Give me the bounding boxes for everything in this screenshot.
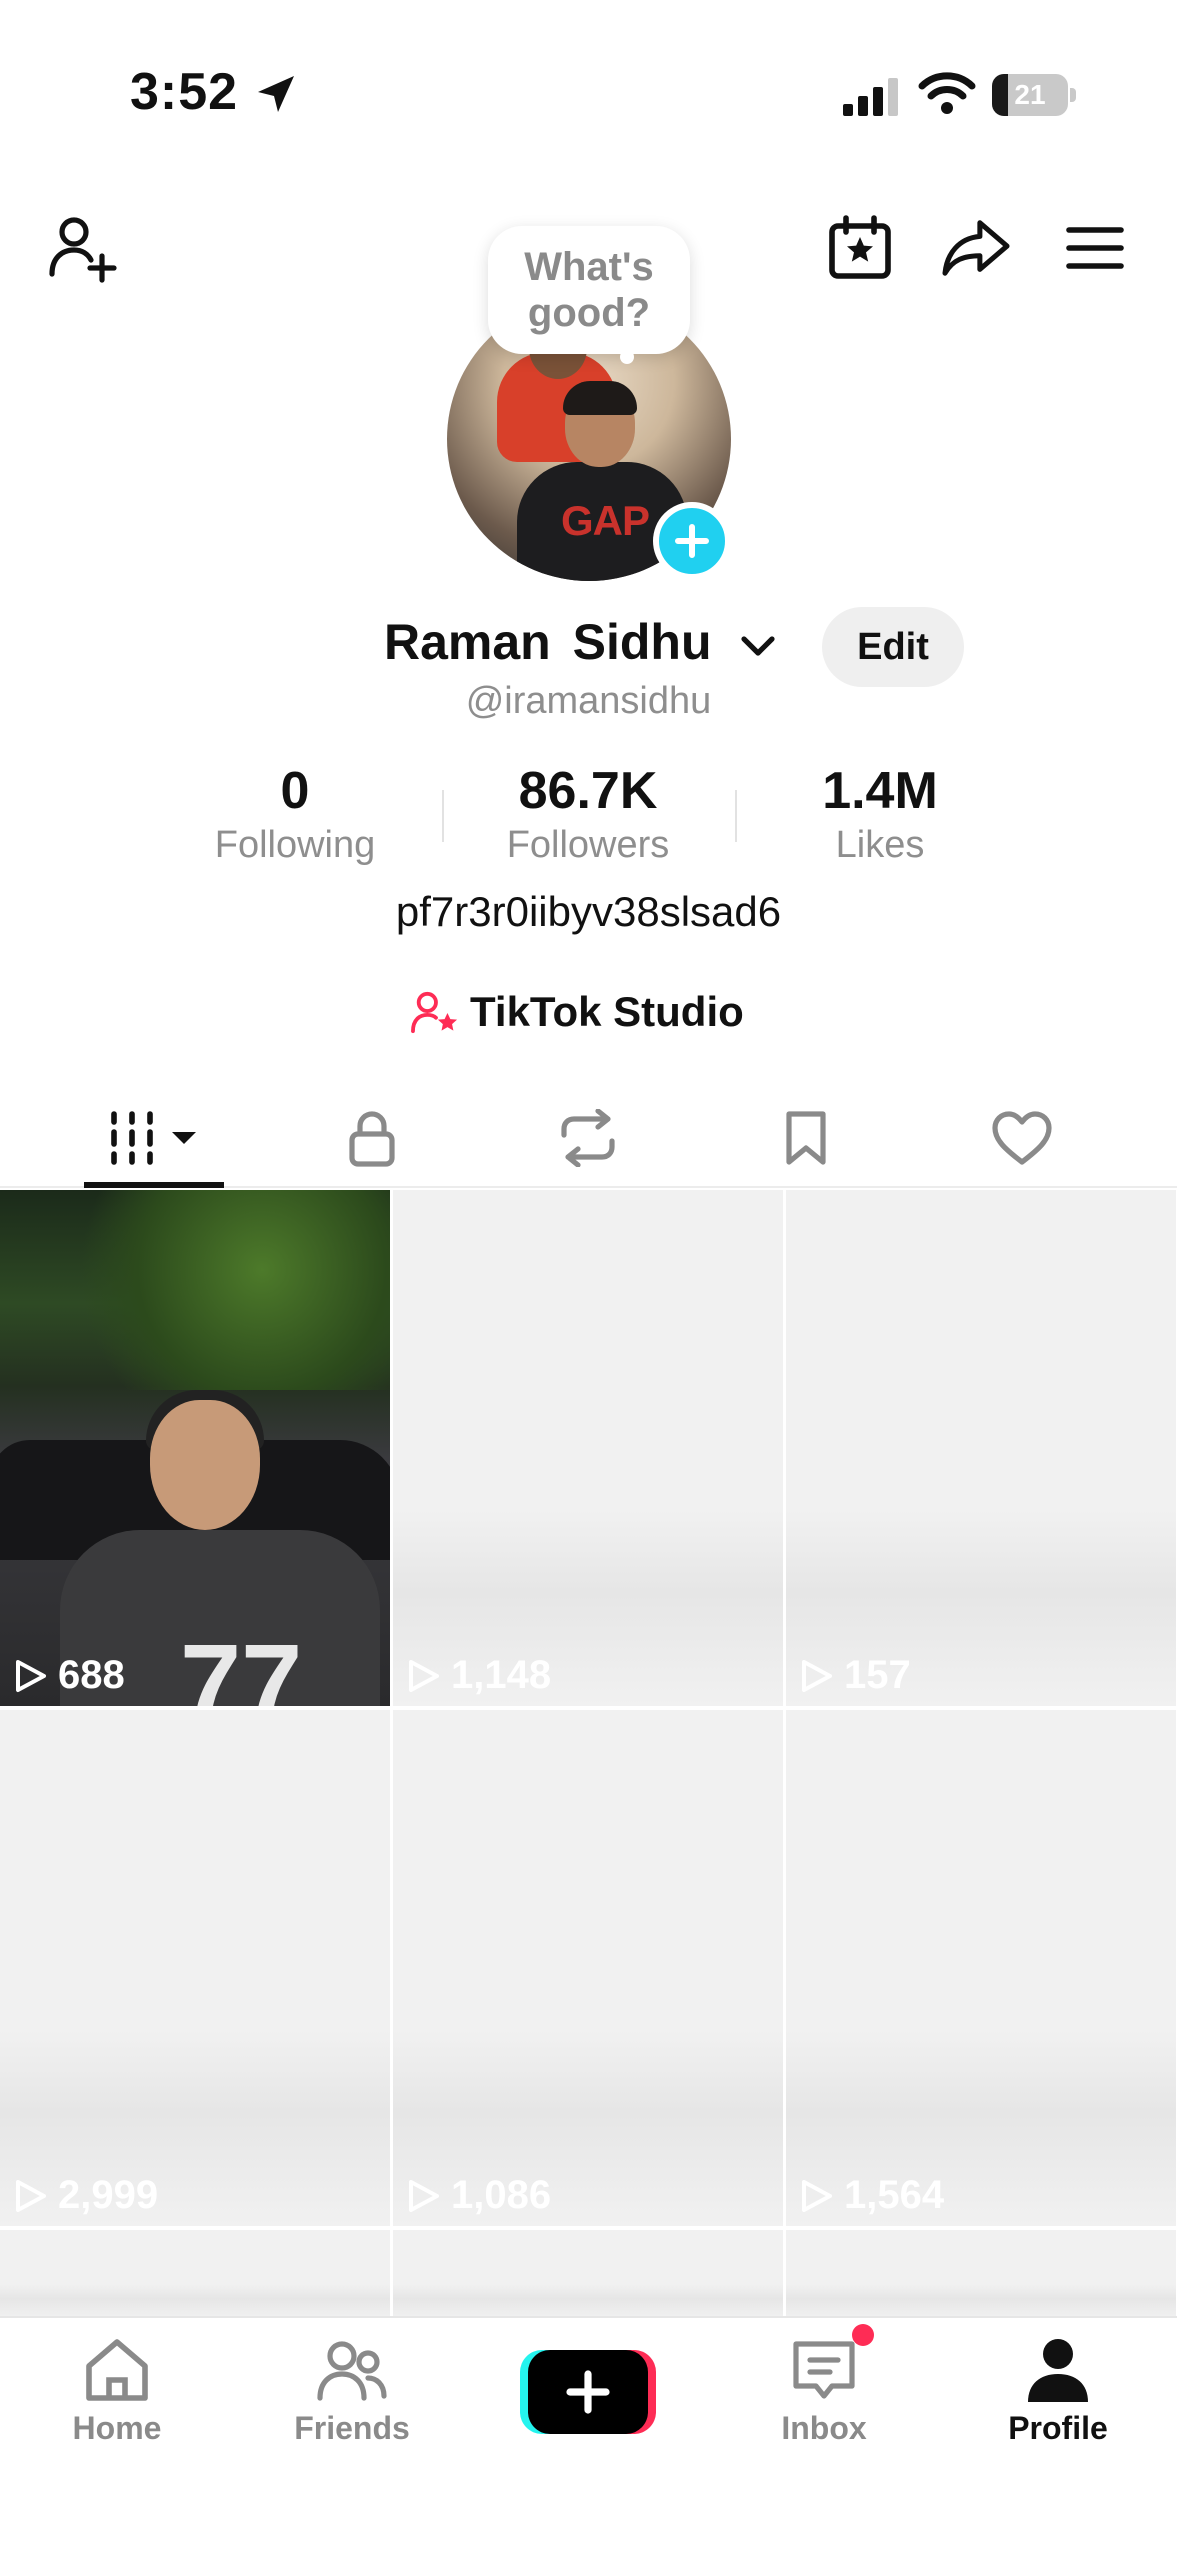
bottom-nav: Home Friends Inbox Profile — [0, 2316, 1177, 2560]
followers-count: 86.7K — [518, 762, 658, 820]
stat-divider — [735, 790, 737, 842]
view-count: 157 — [800, 1653, 911, 1698]
nav-friends[interactable]: Friends — [252, 2336, 452, 2476]
view-count: 1,564 — [800, 2173, 944, 2218]
following-count: 0 — [280, 762, 310, 820]
tab-videos[interactable] — [84, 1090, 224, 1186]
nav-inbox-label: Inbox — [781, 2410, 867, 2446]
cellular-signal-icon — [843, 78, 898, 116]
video-tile[interactable]: 1,086 — [393, 1710, 783, 2226]
studio-user-star-icon — [411, 991, 458, 1034]
followers-stat[interactable]: 86.7K Followers — [458, 760, 718, 868]
likes-count: 1.4M — [822, 762, 938, 820]
video-tile[interactable] — [0, 2230, 390, 2318]
play-icon — [409, 2179, 439, 2212]
followers-label: Followers — [506, 824, 670, 866]
video-tile[interactable]: 1,148 — [393, 1190, 783, 1706]
play-icon — [409, 1659, 439, 1692]
name-row: Raman Sidhu Edit — [0, 605, 1177, 687]
following-label: Following — [214, 824, 376, 866]
view-count-value: 1,086 — [451, 2173, 552, 2217]
play-icon — [802, 1659, 832, 1692]
plus-icon — [675, 524, 709, 558]
profile-stats: 0 Following 86.7K Followers 1.4M Likes — [0, 760, 1177, 870]
view-count-value: 1,148 — [451, 1653, 552, 1697]
nav-profile-label: Profile — [1008, 2410, 1108, 2446]
lock-icon — [349, 1111, 395, 1167]
play-icon — [16, 2179, 46, 2212]
calendar-star-icon — [829, 215, 891, 279]
video-tile[interactable]: 2,999 — [0, 1710, 390, 2226]
video-tile[interactable]: 77 688 — [0, 1190, 390, 1706]
share-arrow-icon — [942, 220, 1010, 276]
view-count: 688 — [14, 1653, 125, 1698]
video-tile[interactable]: 157 — [786, 1190, 1176, 1706]
calendar-button[interactable] — [820, 208, 900, 288]
heart-icon — [992, 1111, 1052, 1165]
view-count: 1,148 — [407, 1653, 551, 1698]
home-icon — [86, 2339, 148, 2401]
play-icon — [802, 2179, 832, 2212]
display-name[interactable]: Raman Sidhu — [384, 613, 711, 671]
inbox-icon — [793, 2341, 855, 2399]
bubble-tail — [620, 350, 634, 364]
profile-bio: pf7r3r0iibyv38slsad6 — [395, 888, 782, 935]
bookmark-icon — [786, 1111, 826, 1165]
wifi-icon — [918, 72, 976, 114]
edit-profile-button[interactable]: Edit — [822, 607, 964, 687]
battery-indicator: 21 — [992, 74, 1076, 116]
add-friend-button[interactable] — [42, 208, 122, 288]
jersey-number: 77 — [180, 1622, 303, 1706]
create-button[interactable] — [520, 2350, 656, 2440]
plus-icon — [566, 2370, 610, 2414]
username-handle: @iramansidhu — [465, 680, 712, 722]
tiktok-studio-link[interactable]: TikTok Studio — [410, 982, 744, 1042]
friends-icon — [317, 2341, 387, 2401]
nav-home[interactable]: Home — [17, 2336, 217, 2476]
menu-button[interactable] — [1055, 208, 1135, 288]
hamburger-menu-icon — [1066, 227, 1124, 269]
video-tile[interactable] — [393, 2230, 783, 2318]
view-count: 2,999 — [14, 2173, 158, 2218]
profile-icon — [1028, 2339, 1088, 2402]
play-icon — [16, 1659, 46, 1692]
battery-level: 21 — [1014, 79, 1046, 110]
tab-liked[interactable] — [952, 1090, 1092, 1186]
video-tile[interactable]: 1,564 — [786, 1710, 1176, 2226]
following-stat[interactable]: 0 Following — [165, 760, 425, 868]
view-count-value: 1,564 — [844, 2173, 945, 2217]
share-profile-button[interactable] — [936, 208, 1016, 288]
chevron-down-icon[interactable] — [738, 625, 778, 665]
status-time: 3:52 — [130, 63, 239, 121]
active-tab-indicator — [84, 1182, 224, 1188]
location-arrow-icon — [258, 76, 294, 112]
repost-icon — [561, 1109, 615, 1167]
tiktok-studio-label: TikTok Studio — [470, 988, 744, 1035]
nav-home-label: Home — [72, 2410, 162, 2446]
view-count-value: 2,999 — [58, 2173, 159, 2217]
tab-saved[interactable] — [736, 1090, 876, 1186]
status-bar: 3:52 21 — [0, 0, 1177, 190]
inbox-notification-dot — [852, 2324, 874, 2346]
video-grid: 77 688 1,148 157 2,999 1,086 1,564 — [0, 1190, 1177, 2318]
tab-private[interactable] — [302, 1090, 442, 1186]
nav-profile[interactable]: Profile — [958, 2336, 1158, 2476]
likes-label: Likes — [835, 824, 925, 866]
video-tile[interactable] — [786, 2230, 1176, 2318]
view-count-value: 157 — [844, 1653, 911, 1697]
stat-divider — [442, 790, 444, 842]
avatar-shirt-logo: GAP — [560, 497, 650, 544]
nav-inbox[interactable]: Inbox — [724, 2336, 924, 2476]
nav-friends-label: Friends — [294, 2410, 410, 2446]
add-user-icon — [49, 217, 117, 283]
profile-tabs — [0, 1090, 1177, 1188]
tab-reposts[interactable] — [518, 1090, 658, 1186]
grid-icon — [111, 1111, 196, 1165]
view-count: 1,086 — [407, 2173, 551, 2218]
status-bubble[interactable]: What's good? — [488, 226, 690, 354]
status-bubble-text: What's good? — [524, 245, 654, 335]
add-story-button[interactable] — [653, 502, 731, 580]
view-count-value: 688 — [58, 1653, 125, 1697]
likes-stat[interactable]: 1.4M Likes — [750, 760, 1010, 868]
